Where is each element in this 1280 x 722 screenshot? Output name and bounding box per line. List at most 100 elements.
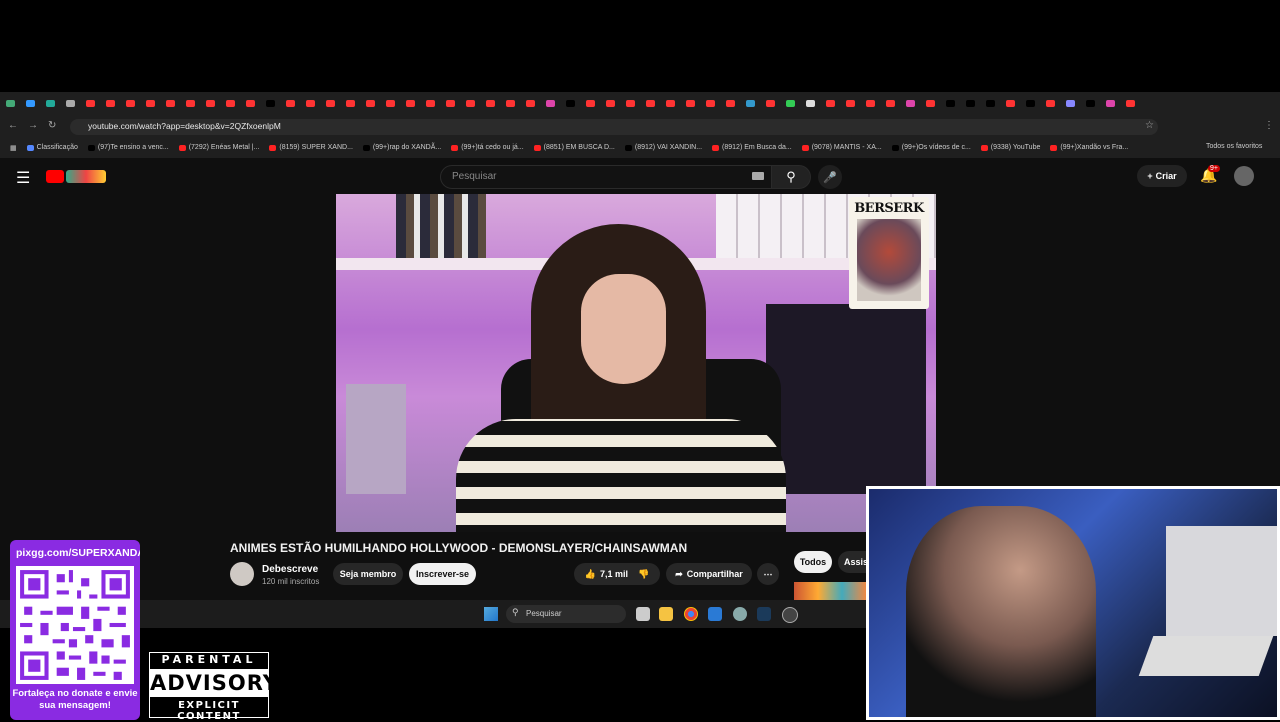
browser-tab[interactable]: [1020, 95, 1040, 111]
browser-tab[interactable]: [720, 95, 740, 111]
browser-tab[interactable]: [300, 95, 320, 111]
browser-tab[interactable]: [700, 95, 720, 111]
steam-icon[interactable]: [757, 607, 771, 621]
bookmark-item[interactable]: (97)Te ensino a venc...: [87, 144, 169, 151]
related-thumbnail[interactable]: [794, 582, 866, 602]
browser-tab[interactable]: [1100, 95, 1120, 111]
mic-button[interactable]: 🎤: [818, 165, 842, 189]
browser-tab[interactable]: [140, 95, 160, 111]
like-button[interactable]: 👍 7,1 mil: [585, 569, 628, 580]
app-icon[interactable]: [708, 607, 722, 621]
bookmark-item[interactable]: (99+)Os vídeos de c...: [891, 144, 971, 151]
browser-tab[interactable]: [620, 95, 640, 111]
browser-tab[interactable]: [200, 95, 220, 111]
bookmark-item[interactable]: (8159) SUPER XAND...: [269, 144, 353, 151]
browser-tab[interactable]: [1000, 95, 1020, 111]
browser-tab[interactable]: [400, 95, 420, 111]
browser-tab[interactable]: [60, 95, 80, 111]
browser-tab[interactable]: [980, 95, 1000, 111]
browser-tab[interactable]: [420, 95, 440, 111]
keyboard-icon[interactable]: [752, 172, 764, 180]
browser-tab[interactable]: [1080, 95, 1100, 111]
browser-tab[interactable]: [740, 95, 760, 111]
search-button[interactable]: ⚲: [771, 165, 811, 189]
bookmark-item[interactable]: (9338) YouTube: [980, 144, 1040, 151]
back-icon[interactable]: ←: [8, 120, 18, 131]
more-actions-icon[interactable]: ⋯: [757, 563, 779, 585]
taskbar-search[interactable]: [506, 605, 626, 623]
create-button[interactable]: + Criar: [1137, 165, 1187, 187]
browser-tab[interactable]: [1040, 95, 1060, 111]
browser-tab[interactable]: [900, 95, 920, 111]
browser-tab[interactable]: [840, 95, 860, 111]
browser-tab[interactable]: [40, 95, 60, 111]
bookmark-star-icon[interactable]: ☆: [1145, 120, 1154, 131]
obs-icon[interactable]: [782, 607, 798, 623]
browser-tab[interactable]: [240, 95, 260, 111]
browser-tab[interactable]: [960, 95, 980, 111]
bookmark-item[interactable]: (8851) EM BUSCA D...: [533, 144, 615, 151]
browser-tab[interactable]: [540, 95, 560, 111]
bookmark-item[interactable]: (99+)rap do XANDÃ...: [362, 144, 441, 151]
browser-tab[interactable]: [1060, 95, 1080, 111]
browser-tab[interactable]: [260, 95, 280, 111]
url-text[interactable]: youtube.com/watch?app=desktop&v=2QZfxoen…: [88, 121, 281, 131]
browser-tab[interactable]: [480, 95, 500, 111]
chip-all[interactable]: Todos: [794, 551, 832, 573]
browser-tab[interactable]: [460, 95, 480, 111]
browser-tab[interactable]: [160, 95, 180, 111]
settings-icon[interactable]: [733, 607, 747, 621]
bookmark-item[interactable]: (99+)tá cedo ou já...: [451, 144, 524, 151]
bookmark-item[interactable]: (99+)Xandão vs Fra...: [1050, 144, 1128, 151]
browser-tab[interactable]: [780, 95, 800, 111]
browser-tab[interactable]: [340, 95, 360, 111]
browser-tab[interactable]: [80, 95, 100, 111]
forward-icon[interactable]: →: [28, 120, 38, 131]
join-button[interactable]: Seja membro: [333, 563, 403, 585]
youtube-logo-icon[interactable]: [46, 170, 64, 183]
browser-tab[interactable]: [800, 95, 820, 111]
browser-tab[interactable]: [360, 95, 380, 111]
all-bookmarks[interactable]: Todos os favoritos: [1206, 143, 1262, 150]
browser-tab[interactable]: [0, 95, 20, 111]
browser-tab[interactable]: [520, 95, 540, 111]
browser-tab[interactable]: [380, 95, 400, 111]
browser-tab[interactable]: [20, 95, 40, 111]
browser-tab[interactable]: [500, 95, 520, 111]
browser-tab[interactable]: [120, 95, 140, 111]
chrome-icon[interactable]: [684, 607, 698, 621]
browser-menu-icon[interactable]: ⋮: [1264, 120, 1274, 131]
browser-tab[interactable]: [280, 95, 300, 111]
account-avatar[interactable]: [1234, 166, 1254, 186]
share-button[interactable]: ➦ Compartilhar: [666, 563, 752, 585]
reload-icon[interactable]: ↻: [48, 120, 56, 131]
bookmark-item[interactable]: Classificação: [26, 144, 78, 151]
browser-tab[interactable]: [440, 95, 460, 111]
hamburger-menu-icon[interactable]: ☰: [16, 168, 30, 188]
browser-tab[interactable]: [100, 95, 120, 111]
channel-avatar[interactable]: [230, 562, 254, 586]
browser-tab[interactable]: [600, 95, 620, 111]
subscribe-button[interactable]: Inscrever-se: [409, 563, 476, 585]
browser-tab[interactable]: [640, 95, 660, 111]
browser-tab[interactable]: [680, 95, 700, 111]
bookmark-item[interactable]: (8912) Em Busca da...: [712, 144, 792, 151]
video-player[interactable]: [336, 194, 936, 532]
browser-tab[interactable]: [920, 95, 940, 111]
bookmark-item[interactable]: (9078) MANTIS - XA...: [801, 144, 882, 151]
browser-tab[interactable]: [880, 95, 900, 111]
task-view-icon[interactable]: [636, 607, 650, 621]
browser-tab[interactable]: [820, 95, 840, 111]
youtube-doodle-logo[interactable]: [66, 170, 106, 183]
browser-tab[interactable]: [660, 95, 680, 111]
browser-tab[interactable]: [1120, 95, 1140, 111]
bookmark-item[interactable]: (7292) Enéas Metal |...: [178, 144, 259, 151]
browser-tab[interactable]: [560, 95, 580, 111]
browser-tab[interactable]: [180, 95, 200, 111]
windows-start-icon[interactable]: [484, 607, 498, 621]
channel-name[interactable]: Debescreve: [262, 564, 318, 575]
thumbs-down-icon[interactable]: 👎: [638, 569, 649, 580]
browser-tab[interactable]: [580, 95, 600, 111]
browser-tab[interactable]: [220, 95, 240, 111]
bookmark-item[interactable]: (8912) VAI XANDIN...: [624, 144, 702, 151]
